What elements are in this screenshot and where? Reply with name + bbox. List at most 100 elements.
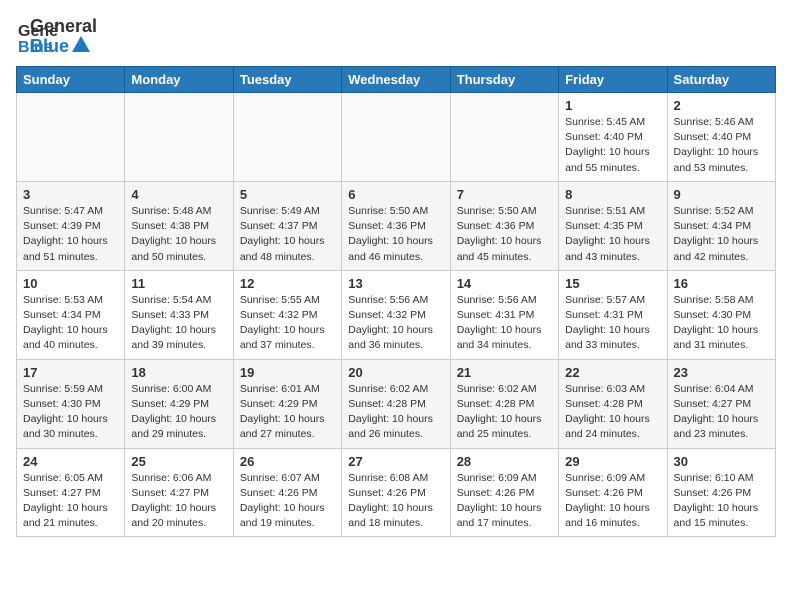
calendar-day-cell [125, 93, 233, 182]
calendar-day-cell: 2 Sunrise: 5:46 AM Sunset: 4:40 PM Daylig… [667, 93, 775, 182]
calendar-day-cell: 24 Sunrise: 6:05 AM Sunset: 4:27 PM Dayli… [17, 448, 125, 537]
calendar-day-cell [17, 93, 125, 182]
logo-triangle-icon [72, 36, 90, 52]
day-number: 10 [23, 276, 118, 291]
calendar-body: 1 Sunrise: 5:45 AM Sunset: 4:40 PM Daylig… [17, 93, 776, 537]
day-info: Sunrise: 5:56 AM Sunset: 4:32 PM Dayligh… [348, 293, 443, 354]
calendar-day-cell: 5Sunrise: 5:49 AM Sunset: 4:37 PM Daylig… [233, 181, 341, 270]
calendar-week-row: 17Sunrise: 5:59 AM Sunset: 4:30 PM Dayli… [17, 359, 776, 448]
calendar-day-cell: 10 Sunrise: 5:53 AM Sunset: 4:34 PM Dayli… [17, 270, 125, 359]
day-info: Sunrise: 5:53 AM Sunset: 4:34 PM Dayligh… [23, 293, 118, 354]
calendar-day-cell: 30Sunrise: 6:10 AM Sunset: 4:26 PM Dayli… [667, 448, 775, 537]
day-number: 16 [674, 276, 769, 291]
logo: General Blue General Blue [16, 16, 97, 58]
calendar-day-cell: 8 Sunrise: 5:51 AM Sunset: 4:35 PM Daylig… [559, 181, 667, 270]
calendar-day-cell: 13 Sunrise: 5:56 AM Sunset: 4:32 PM Dayli… [342, 270, 450, 359]
day-info: Sunrise: 6:03 AM Sunset: 4:28 PM Dayligh… [565, 382, 660, 443]
day-number: 11 [131, 276, 226, 291]
day-number: 1 [565, 98, 660, 113]
calendar-week-row: 1 Sunrise: 5:45 AM Sunset: 4:40 PM Daylig… [17, 93, 776, 182]
day-info: Sunrise: 6:04 AM Sunset: 4:27 PM Dayligh… [674, 382, 769, 443]
weekday-header-thursday: Thursday [450, 67, 558, 93]
calendar-day-cell: 16 Sunrise: 5:58 AM Sunset: 4:30 PM Dayli… [667, 270, 775, 359]
day-info: Sunrise: 5:47 AM Sunset: 4:39 PM Dayligh… [23, 204, 118, 265]
calendar-day-cell: 27 Sunrise: 6:08 AM Sunset: 4:26 PM Dayli… [342, 448, 450, 537]
calendar-day-cell: 25 Sunrise: 6:06 AM Sunset: 4:27 PM Dayli… [125, 448, 233, 537]
day-number: 25 [131, 454, 226, 469]
day-info: Sunrise: 5:50 AM Sunset: 4:36 PM Dayligh… [348, 204, 443, 265]
day-number: 20 [348, 365, 443, 380]
weekday-header-tuesday: Tuesday [233, 67, 341, 93]
day-number: 22 [565, 365, 660, 380]
day-info: Sunrise: 5:55 AM Sunset: 4:32 PM Dayligh… [240, 293, 335, 354]
day-info: Sunrise: 5:46 AM Sunset: 4:40 PM Dayligh… [674, 115, 769, 176]
day-info: Sunrise: 5:52 AM Sunset: 4:34 PM Dayligh… [674, 204, 769, 265]
calendar-header-row: SundayMondayTuesdayWednesdayThursdayFrid… [17, 67, 776, 93]
day-number: 26 [240, 454, 335, 469]
weekday-header-saturday: Saturday [667, 67, 775, 93]
day-number: 24 [23, 454, 118, 469]
calendar-day-cell: 17Sunrise: 5:59 AM Sunset: 4:30 PM Dayli… [17, 359, 125, 448]
day-info: Sunrise: 6:06 AM Sunset: 4:27 PM Dayligh… [131, 471, 226, 532]
day-info: Sunrise: 5:48 AM Sunset: 4:38 PM Dayligh… [131, 204, 226, 265]
weekday-header-friday: Friday [559, 67, 667, 93]
calendar-day-cell: 14 Sunrise: 5:56 AM Sunset: 4:31 PM Dayli… [450, 270, 558, 359]
day-info: Sunrise: 6:01 AM Sunset: 4:29 PM Dayligh… [240, 382, 335, 443]
day-number: 4 [131, 187, 226, 202]
calendar-day-cell: 6Sunrise: 5:50 AM Sunset: 4:36 PM Daylig… [342, 181, 450, 270]
day-number: 8 [565, 187, 660, 202]
calendar-day-cell: 11Sunrise: 5:54 AM Sunset: 4:33 PM Dayli… [125, 270, 233, 359]
day-number: 13 [348, 276, 443, 291]
day-info: Sunrise: 5:59 AM Sunset: 4:30 PM Dayligh… [23, 382, 118, 443]
day-info: Sunrise: 5:45 AM Sunset: 4:40 PM Dayligh… [565, 115, 660, 176]
day-number: 19 [240, 365, 335, 380]
day-info: Sunrise: 6:05 AM Sunset: 4:27 PM Dayligh… [23, 471, 118, 532]
day-info: Sunrise: 6:00 AM Sunset: 4:29 PM Dayligh… [131, 382, 226, 443]
day-info: Sunrise: 5:49 AM Sunset: 4:37 PM Dayligh… [240, 204, 335, 265]
day-number: 3 [23, 187, 118, 202]
calendar-day-cell: 18 Sunrise: 6:00 AM Sunset: 4:29 PM Dayli… [125, 359, 233, 448]
calendar-day-cell: 29 Sunrise: 6:09 AM Sunset: 4:26 PM Dayli… [559, 448, 667, 537]
day-number: 23 [674, 365, 769, 380]
day-number: 18 [131, 365, 226, 380]
calendar-day-cell: 4 Sunrise: 5:48 AM Sunset: 4:38 PM Daylig… [125, 181, 233, 270]
day-info: Sunrise: 5:56 AM Sunset: 4:31 PM Dayligh… [457, 293, 552, 354]
day-number: 14 [457, 276, 552, 291]
calendar-week-row: 3 Sunrise: 5:47 AM Sunset: 4:39 PM Daylig… [17, 181, 776, 270]
calendar-day-cell: 1 Sunrise: 5:45 AM Sunset: 4:40 PM Daylig… [559, 93, 667, 182]
calendar-day-cell: 15Sunrise: 5:57 AM Sunset: 4:31 PM Dayli… [559, 270, 667, 359]
day-number: 21 [457, 365, 552, 380]
calendar-day-cell: 26Sunrise: 6:07 AM Sunset: 4:26 PM Dayli… [233, 448, 341, 537]
day-info: Sunrise: 6:08 AM Sunset: 4:26 PM Dayligh… [348, 471, 443, 532]
calendar-day-cell [233, 93, 341, 182]
day-number: 7 [457, 187, 552, 202]
logo-blue: Blue [30, 37, 69, 57]
day-number: 2 [674, 98, 769, 113]
weekday-header-sunday: Sunday [17, 67, 125, 93]
calendar-day-cell: 3 Sunrise: 5:47 AM Sunset: 4:39 PM Daylig… [17, 181, 125, 270]
day-number: 27 [348, 454, 443, 469]
day-info: Sunrise: 6:09 AM Sunset: 4:26 PM Dayligh… [565, 471, 660, 532]
calendar-day-cell: 23 Sunrise: 6:04 AM Sunset: 4:27 PM Dayli… [667, 359, 775, 448]
weekday-header-monday: Monday [125, 67, 233, 93]
day-info: Sunrise: 6:02 AM Sunset: 4:28 PM Dayligh… [457, 382, 552, 443]
calendar-day-cell [450, 93, 558, 182]
calendar-week-row: 10 Sunrise: 5:53 AM Sunset: 4:34 PM Dayli… [17, 270, 776, 359]
calendar-table: SundayMondayTuesdayWednesdayThursdayFrid… [16, 66, 776, 537]
calendar-day-cell: 20Sunrise: 6:02 AM Sunset: 4:28 PM Dayli… [342, 359, 450, 448]
day-number: 28 [457, 454, 552, 469]
calendar-day-cell: 12Sunrise: 5:55 AM Sunset: 4:32 PM Dayli… [233, 270, 341, 359]
calendar-day-cell: 19 Sunrise: 6:01 AM Sunset: 4:29 PM Dayli… [233, 359, 341, 448]
logo-general: General [30, 17, 97, 37]
calendar-day-cell: 22 Sunrise: 6:03 AM Sunset: 4:28 PM Dayli… [559, 359, 667, 448]
calendar-day-cell: 21 Sunrise: 6:02 AM Sunset: 4:28 PM Dayli… [450, 359, 558, 448]
calendar-week-row: 24 Sunrise: 6:05 AM Sunset: 4:27 PM Dayli… [17, 448, 776, 537]
day-info: Sunrise: 5:58 AM Sunset: 4:30 PM Dayligh… [674, 293, 769, 354]
day-number: 30 [674, 454, 769, 469]
calendar-day-cell [342, 93, 450, 182]
day-number: 15 [565, 276, 660, 291]
day-info: Sunrise: 5:51 AM Sunset: 4:35 PM Dayligh… [565, 204, 660, 265]
day-info: Sunrise: 5:50 AM Sunset: 4:36 PM Dayligh… [457, 204, 552, 265]
day-number: 29 [565, 454, 660, 469]
calendar-day-cell: 9Sunrise: 5:52 AM Sunset: 4:34 PM Daylig… [667, 181, 775, 270]
